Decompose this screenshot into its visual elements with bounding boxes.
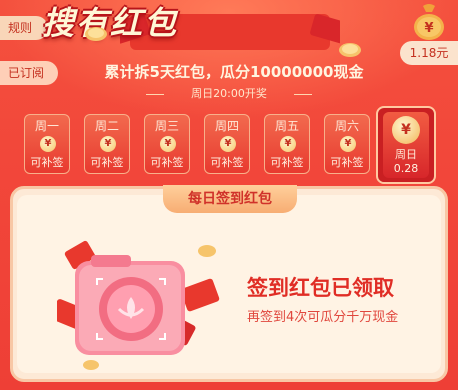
- coin-decoration-icon: [85, 27, 107, 41]
- day-envelope-thu[interactable]: 周四 ¥ 可补签: [204, 114, 250, 174]
- makeup-sign-label: 可补签: [210, 156, 244, 169]
- coin-decoration-icon: [339, 43, 361, 57]
- signin-claimed-title: 签到红包已领取: [247, 276, 394, 300]
- svg-text:¥: ¥: [424, 21, 433, 36]
- makeup-sign-label: 可补签: [30, 156, 64, 169]
- yuan-coin-icon: ¥: [340, 136, 356, 152]
- makeup-sign-label: 可补签: [330, 156, 364, 169]
- card-body: 签到红包已领取 再签到4次可瓜分千万现金: [17, 195, 441, 373]
- signin-remaining-note: 再签到4次可瓜分千万现金: [247, 310, 399, 325]
- yuan-coin-icon: ¥: [280, 136, 296, 152]
- day-label: 周二: [94, 119, 119, 133]
- day-envelope-sun-today[interactable]: ¥ 周日 0.28: [376, 106, 436, 184]
- daily-signin-tab: 每日签到红包: [163, 185, 297, 213]
- yuan-coin-icon: ¥: [100, 136, 116, 152]
- day-envelope-mon[interactable]: 周一 ¥ 可补签: [24, 114, 70, 174]
- camera-icon: [57, 240, 220, 370]
- day-label: 周四: [214, 119, 239, 133]
- day-label: 周日: [395, 148, 417, 161]
- makeup-sign-label: 可补签: [150, 156, 184, 169]
- yuan-coin-icon: ¥: [392, 116, 420, 144]
- today-envelope: ¥ 周日 0.28: [383, 112, 429, 178]
- money-bag-icon[interactable]: ¥: [412, 2, 446, 40]
- balance-badge[interactable]: 1.18元: [400, 41, 458, 65]
- today-amount: 0.28: [393, 162, 419, 175]
- day-label: 周五: [274, 119, 299, 133]
- yuan-coin-icon: ¥: [220, 136, 236, 152]
- campaign-subtitle: 累计拆5天红包，瓜分10000000现金: [104, 63, 364, 81]
- day-label: 周六: [334, 119, 359, 133]
- yuan-coin-icon: ¥: [40, 136, 56, 152]
- draw-time-note: 周日20:00开奖: [146, 86, 312, 102]
- subscribed-button[interactable]: 已订阅: [0, 61, 58, 85]
- day-envelope-sat[interactable]: 周六 ¥ 可补签: [324, 114, 370, 174]
- day-label: 周一: [34, 119, 59, 133]
- day-envelope-tue[interactable]: 周二 ¥ 可补签: [84, 114, 130, 174]
- day-label: 周三: [154, 119, 179, 133]
- day-envelope-wed[interactable]: 周三 ¥ 可补签: [144, 114, 190, 174]
- daily-signin-card: 签到红包已领取 再签到4次可瓜分千万现金 每日签到红包: [10, 185, 448, 382]
- makeup-sign-label: 可补签: [90, 156, 124, 169]
- yuan-coin-icon: ¥: [160, 136, 176, 152]
- makeup-sign-label: 可补签: [270, 156, 304, 169]
- day-envelope-fri[interactable]: 周五 ¥ 可补签: [264, 114, 310, 174]
- page-title: 搜有红包: [41, 4, 178, 42]
